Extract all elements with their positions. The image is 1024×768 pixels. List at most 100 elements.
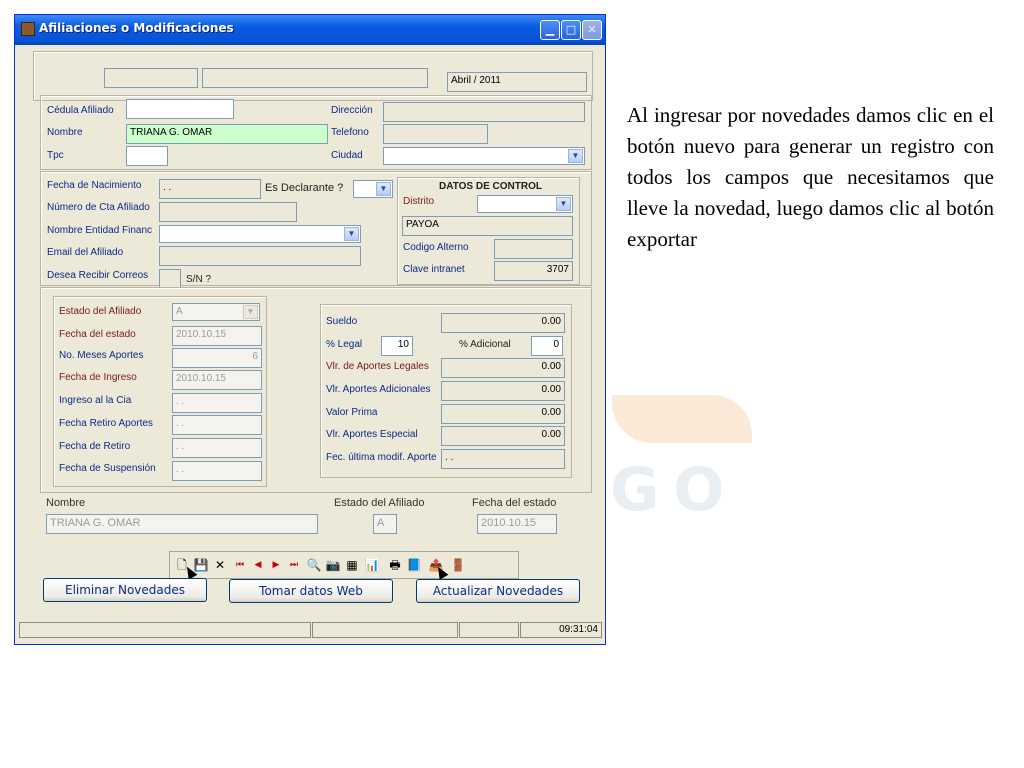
search-icon[interactable]: 🔍 bbox=[306, 557, 322, 573]
sn-label: S/N ? bbox=[186, 274, 212, 285]
adicional-label: % Adicional bbox=[459, 339, 511, 350]
ingreso-input[interactable]: 2010.10.15 bbox=[172, 370, 262, 390]
clave-label: Clave intranet bbox=[403, 264, 465, 275]
first-record-icon[interactable]: ⏮ bbox=[232, 557, 248, 573]
cta-input[interactable] bbox=[159, 202, 297, 222]
suspension-input[interactable]: . . bbox=[172, 461, 262, 481]
ingreso-label: Fecha de Ingreso bbox=[59, 372, 137, 383]
exit-icon[interactable]: 🚪 bbox=[450, 557, 466, 573]
tpc-input[interactable] bbox=[126, 146, 168, 166]
estado-select[interactable]: A ▼ bbox=[172, 303, 260, 321]
last-record-icon[interactable]: ⏭ bbox=[286, 557, 302, 573]
summary-estado-field: A bbox=[373, 514, 397, 534]
codigo-label: Codigo Alterno bbox=[403, 242, 469, 253]
chevron-down-icon[interactable]: ▼ bbox=[376, 182, 391, 196]
retiro-aportes-input[interactable]: . . bbox=[172, 415, 262, 435]
direccion-input[interactable] bbox=[383, 102, 585, 122]
book-icon[interactable]: 📘 bbox=[406, 557, 422, 573]
ultima-modif-input[interactable]: . . bbox=[441, 449, 565, 469]
ciudad-label: Ciudad bbox=[331, 150, 363, 161]
adicional-input[interactable]: 0 bbox=[531, 336, 563, 356]
summary-nombre-field: TRIANA G. OMAR bbox=[46, 514, 318, 534]
control-title: DATOS DE CONTROL bbox=[439, 181, 542, 192]
aportes-legales-input[interactable]: 0.00 bbox=[441, 358, 565, 378]
cedula-label: Cédula Afiliado bbox=[47, 105, 114, 116]
ciudad-select[interactable]: ▼ bbox=[383, 147, 585, 165]
nacimiento-input[interactable]: . . bbox=[159, 179, 261, 199]
retiro-label: Fecha de Retiro bbox=[59, 441, 131, 452]
fecha-estado-label: Fecha del estado bbox=[59, 329, 136, 340]
clave-input[interactable]: 3707 bbox=[494, 261, 573, 281]
next-record-icon[interactable]: ▶ bbox=[268, 557, 284, 573]
sueldo-input[interactable]: 0.00 bbox=[441, 313, 565, 333]
previous-record-icon[interactable]: ◀ bbox=[250, 557, 266, 573]
tomar-datos-web-button[interactable]: Tomar datos Web bbox=[229, 579, 393, 603]
telefono-label: Telefono bbox=[331, 127, 369, 138]
delete-icon[interactable]: ✕ bbox=[212, 557, 228, 573]
nacimiento-label: Fecha de Nacimiento bbox=[47, 180, 142, 191]
window-client: Abril / 2011 Cédula Afiliado Nombre TRIA… bbox=[19, 45, 602, 640]
codigo-input[interactable] bbox=[494, 239, 573, 259]
distrito-name: PAYOA bbox=[402, 216, 573, 236]
aportes-adicionales-input[interactable]: 0.00 bbox=[441, 381, 565, 401]
print-icon[interactable]: 🖶 bbox=[387, 557, 403, 573]
eliminar-novedades-button[interactable]: Eliminar Novedades bbox=[43, 578, 207, 602]
chevron-down-icon[interactable]: ▼ bbox=[344, 227, 359, 241]
meses-label: No. Meses Aportes bbox=[59, 350, 144, 361]
status-pane-2 bbox=[312, 622, 458, 638]
fecha-estado-input[interactable]: 2010.10.15 bbox=[172, 326, 262, 346]
retiro-input[interactable]: . . bbox=[172, 438, 262, 458]
status-time: 09:31:04 bbox=[520, 622, 602, 638]
background-watermark-letters: GO bbox=[610, 455, 739, 525]
close-button[interactable]: ✕ bbox=[582, 20, 602, 40]
header-field-1 bbox=[104, 68, 198, 88]
app-window: Afiliaciones o Modificaciones ▁ □ ✕ Abri… bbox=[14, 14, 606, 645]
ingreso-cia-label: Ingreso al la Cia bbox=[59, 395, 132, 406]
header-field-2 bbox=[202, 68, 428, 88]
entidad-label: Nombre Entidad Financ bbox=[47, 225, 153, 236]
correos-input[interactable] bbox=[159, 269, 181, 289]
nombre-input[interactable]: TRIANA G. OMAR bbox=[126, 124, 328, 144]
aportes-legales-label: Vlr. de Aportes Legales bbox=[326, 361, 429, 372]
status-pane-3 bbox=[459, 622, 519, 638]
cedula-input[interactable] bbox=[126, 99, 234, 119]
direccion-label: Dirección bbox=[331, 105, 373, 116]
navigation-toolbar: 🗋 💾 ✕ ⏮ ◀ ▶ ⏭ 🔍 📷 ▦ 📊 🖶 📘 📤 🚪 bbox=[169, 551, 519, 580]
entidad-select[interactable]: ▼ bbox=[159, 225, 361, 243]
actualizar-novedades-button[interactable]: Actualizar Novedades bbox=[416, 579, 580, 603]
period-field: Abril / 2011 bbox=[447, 72, 587, 92]
chevron-down-icon[interactable]: ▼ bbox=[556, 197, 571, 211]
email-input[interactable] bbox=[159, 246, 361, 266]
telefono-input[interactable] bbox=[383, 124, 488, 144]
suspension-label: Fecha de Suspensión bbox=[59, 463, 156, 474]
minimize-button[interactable]: ▁ bbox=[540, 20, 560, 40]
declarante-select[interactable]: ▼ bbox=[353, 180, 393, 198]
summary-nombre-label: Nombre bbox=[46, 497, 86, 509]
declarante-label: Es Declarante ? bbox=[265, 182, 344, 194]
tpc-label: Tpc bbox=[47, 150, 64, 161]
legal-input[interactable]: 10 bbox=[381, 336, 413, 356]
legal-label: % Legal bbox=[326, 339, 363, 350]
aportes-especial-input[interactable]: 0.00 bbox=[441, 426, 565, 446]
grid-icon[interactable]: ▦ bbox=[344, 557, 360, 573]
distrito-select[interactable]: ▼ bbox=[477, 195, 573, 213]
ingreso-cia-input[interactable]: . . bbox=[172, 393, 262, 413]
window-title: Afiliaciones o Modificaciones bbox=[39, 21, 234, 35]
valor-prima-label: Valor Prima bbox=[326, 407, 378, 418]
maximize-button[interactable]: □ bbox=[561, 20, 581, 40]
mouse-cursor-icon-2 bbox=[433, 564, 449, 580]
camera-icon[interactable]: 📷 bbox=[325, 557, 341, 573]
chevron-down-icon[interactable]: ▼ bbox=[243, 305, 258, 319]
nombre-label: Nombre bbox=[47, 127, 83, 138]
ultima-modif-label: Fec. última modif. Aporte bbox=[326, 452, 437, 463]
distrito-label: Distrito bbox=[403, 196, 435, 207]
chevron-down-icon[interactable]: ▼ bbox=[568, 149, 583, 163]
sueldo-label: Sueldo bbox=[326, 316, 358, 327]
correos-label: Desea Recibir Correos bbox=[47, 270, 149, 281]
valor-prima-input[interactable]: 0.00 bbox=[441, 404, 565, 424]
title-bar[interactable]: Afiliaciones o Modificaciones ▁ □ ✕ bbox=[15, 15, 605, 45]
chart-icon[interactable]: 📊 bbox=[364, 557, 380, 573]
estado-label: Estado del Afiliado bbox=[59, 306, 142, 317]
instruction-text: Al ingresar por novedades damos clic en … bbox=[627, 103, 994, 251]
meses-input[interactable]: 6 bbox=[172, 348, 262, 368]
